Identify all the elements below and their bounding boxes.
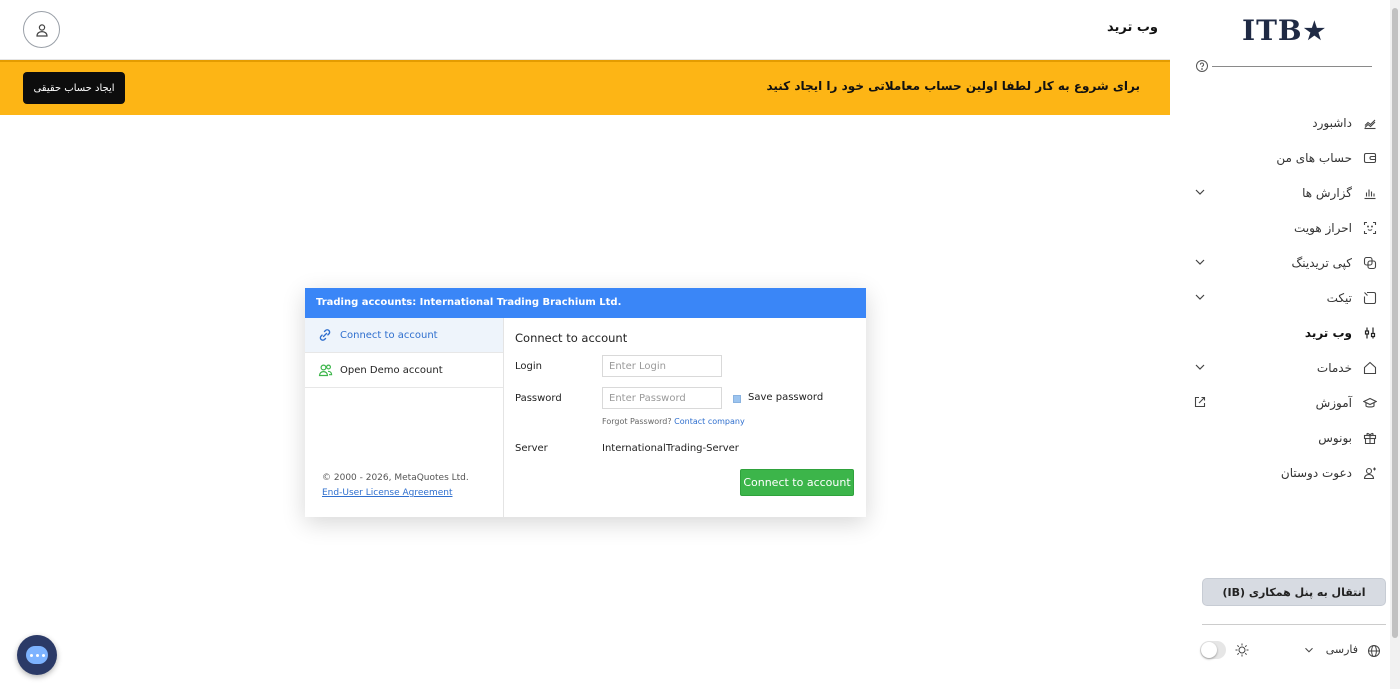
chevron-down-icon (1195, 259, 1205, 265)
user-avatar-button[interactable] (23, 11, 60, 48)
dialog-sidebar: Connect to account Open Demo account © 2… (305, 318, 504, 517)
wallet-icon (1361, 149, 1379, 167)
itb-logo[interactable]: ITB ★ (1242, 13, 1327, 47)
sidebar-item-label: احراز هویت (1294, 220, 1352, 235)
chevron-down-icon[interactable] (1302, 643, 1316, 657)
tab-label: Open Demo account (340, 364, 443, 376)
help-row (1184, 58, 1386, 74)
form-title: Connect to account (515, 331, 628, 345)
graduation-cap-icon (1361, 394, 1379, 412)
page-title: وب ترید (1106, 20, 1158, 35)
tab-open-demo-account[interactable]: Open Demo account (305, 353, 503, 388)
star-icon: ★ (1303, 15, 1327, 45)
theme-toggle[interactable] (1200, 641, 1226, 659)
sidebar-item-copy-trading[interactable]: کپی تریدینگ (1184, 245, 1386, 280)
connect-to-account-button[interactable]: Connect to account (740, 469, 854, 496)
forgot-label: Forgot Password? (602, 417, 672, 426)
globe-icon (1368, 645, 1380, 657)
sidebar-item-invite-friends[interactable]: دعوت دوستان (1184, 455, 1386, 490)
eula-link[interactable]: End-User License Agreement (322, 488, 453, 498)
sidebar-item-kyc[interactable]: احراز هویت (1184, 210, 1386, 245)
sidebar-item-label: حساب های من (1276, 150, 1352, 165)
contact-company-link[interactable]: Contact company (674, 417, 745, 426)
sidebar-item-label: آموزش (1315, 395, 1352, 410)
chevron-down-icon (1195, 294, 1205, 300)
copy-icon (1361, 254, 1379, 272)
sidebar-item-label: خدمات (1316, 360, 1352, 375)
chart-icon (1361, 114, 1379, 132)
password-input[interactable] (602, 387, 722, 409)
sun-icon (1235, 643, 1249, 657)
create-account-banner: برای شروع به کار لطفا اولین حساب معاملات… (0, 60, 1170, 115)
sidebar: ITB ★ داشبورد حساب های من گزارش ها احراز… (1184, 0, 1386, 689)
sliders-icon (1361, 324, 1379, 342)
server-value[interactable]: InternationalTrading-Server (602, 443, 739, 454)
copyright-text: © 2000 - 2026, MetaQuotes Ltd. (322, 473, 469, 483)
sidebar-item-label: دعوت دوستان (1280, 465, 1352, 480)
save-password-label: Save password (748, 392, 824, 403)
page-scrollbar[interactable] (1390, 0, 1400, 689)
chevron-down-icon (1195, 189, 1205, 195)
tab-connect-to-account[interactable]: Connect to account (305, 318, 503, 353)
sidebar-item-dashboard[interactable]: داشبورد (1184, 105, 1386, 140)
sidebar-item-webtrade[interactable]: وب ترید (1184, 315, 1386, 350)
sidebar-item-reports[interactable]: گزارش ها (1184, 175, 1386, 210)
sidebar-item-ticket[interactable]: تیکت (1184, 280, 1386, 315)
help-icon[interactable] (1194, 58, 1210, 74)
divider (1212, 66, 1372, 67)
sidebar-item-label: گزارش ها (1302, 185, 1352, 200)
sidebar-nav: داشبورد حساب های من گزارش ها احراز هویت (1184, 105, 1386, 490)
sidebar-item-education[interactable]: آموزش (1184, 385, 1386, 420)
server-label: Server (515, 443, 548, 454)
ticket-icon (1361, 289, 1379, 307)
login-label: Login (515, 361, 542, 372)
logo-text: ITB (1242, 13, 1303, 47)
chevron-down-icon (1195, 364, 1205, 370)
external-link-icon (1194, 396, 1206, 408)
tab-label: Connect to account (340, 329, 438, 341)
save-password-checkbox[interactable] (733, 395, 741, 403)
ib-panel-button[interactable]: انتقال به پنل همکاری (IB) (1202, 578, 1386, 606)
connect-form: Connect to account Login Password Save p… (504, 318, 866, 517)
add-user-icon (1361, 464, 1379, 482)
gift-icon (1361, 429, 1379, 447)
home-icon (1361, 359, 1379, 377)
sidebar-item-label: تیکت (1326, 290, 1352, 305)
scrollbar-thumb[interactable] (1392, 8, 1398, 638)
trading-accounts-dialog: Trading accounts: International Trading … (305, 288, 866, 517)
sidebar-item-services[interactable]: خدمات (1184, 350, 1386, 385)
bar-chart-icon (1361, 184, 1379, 202)
sidebar-item-label: داشبورد (1312, 115, 1352, 130)
chat-support-button[interactable] (17, 635, 57, 675)
dialog-header: Trading accounts: International Trading … (305, 288, 866, 318)
top-bar: وب ترید (0, 0, 1170, 60)
password-label: Password (515, 393, 562, 404)
user-icon (35, 23, 48, 37)
divider (1202, 624, 1386, 625)
toggle-knob (1201, 642, 1217, 658)
forgot-password-text: Forgot Password? Contact company (602, 417, 745, 426)
create-real-account-button[interactable]: ایجاد حساب حقیقی (23, 72, 125, 104)
sidebar-item-my-accounts[interactable]: حساب های من (1184, 140, 1386, 175)
footer-controls: فارسی (1200, 640, 1386, 662)
sidebar-item-label: کپی تریدینگ (1291, 255, 1352, 270)
link-icon (318, 327, 334, 343)
sidebar-item-label: بونوس (1318, 430, 1352, 445)
users-icon (318, 362, 334, 378)
banner-text: برای شروع به کار لطفا اولین حساب معاملات… (766, 79, 1140, 93)
sidebar-item-bonus[interactable]: بونوس (1184, 420, 1386, 455)
language-selector[interactable]: فارسی (1326, 643, 1358, 656)
face-scan-icon (1361, 219, 1379, 237)
chat-icon (26, 646, 48, 664)
login-input[interactable] (602, 355, 722, 377)
sidebar-item-label: وب ترید (1304, 325, 1352, 340)
